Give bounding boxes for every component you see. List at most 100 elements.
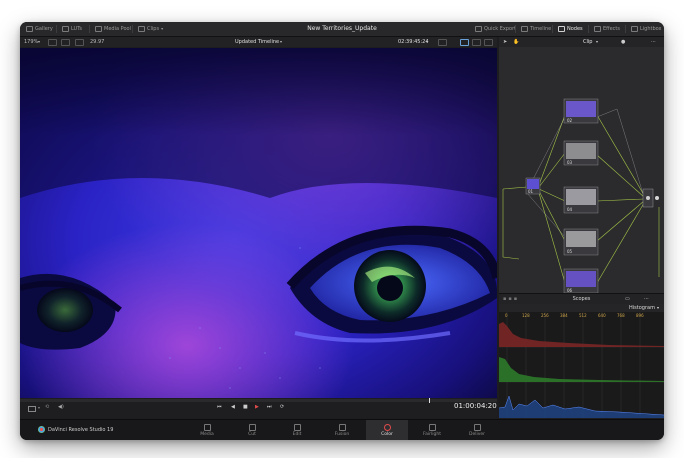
sync-icon[interactable]: ⟲ (45, 404, 49, 410)
tick-label: 768 (617, 313, 625, 318)
histogram-graph: 0 128 256 384 512 640 768 896 (498, 312, 664, 418)
effects-label: Effects (603, 26, 620, 32)
media-pool-button[interactable]: Media Pool (95, 22, 131, 36)
gallery-button[interactable]: Gallery (26, 22, 53, 36)
tab-media[interactable]: Media (186, 420, 228, 440)
media-pool-icon (95, 26, 102, 32)
tab-fairlight[interactable]: Fairlight (411, 420, 453, 440)
luts-icon (62, 26, 69, 32)
viewer-toolbar: 179% ▾ 29.97 Updated Timeline ▾ 02:39:45… (20, 37, 497, 47)
node-editor[interactable]: 01 02 03 04 05 06 (499, 47, 664, 294)
clips-icon (138, 26, 145, 32)
fusion-icon (338, 424, 346, 431)
audio-mode-icon[interactable] (28, 406, 36, 412)
histogram-blue (499, 396, 664, 418)
step-back-icon[interactable]: ◀ (231, 404, 235, 410)
node-05[interactable]: 05 (563, 228, 599, 256)
chevron-down-icon: ▾ (38, 405, 41, 410)
histogram-red (499, 322, 664, 347)
highlight-icon[interactable] (460, 39, 469, 46)
play-icon[interactable]: ▶ (255, 404, 259, 410)
zoom-slider[interactable]: ● (621, 37, 625, 47)
tab-color[interactable]: Color (366, 420, 408, 440)
stop-icon[interactable]: ■ (243, 404, 248, 410)
scope-mode-selector[interactable]: Histogram (629, 304, 655, 312)
hand-icon[interactable]: ✋ (513, 37, 519, 47)
transport-bar: ▾ ⟲ ◀) ⏮ ◀ ■ ▶ ⏭ ⟳ 01:00:04:20 (20, 398, 497, 418)
tick-label: 256 (541, 313, 549, 318)
divider (56, 25, 57, 33)
nodes-button[interactable]: Nodes (558, 22, 583, 36)
tab-edit[interactable]: Edit (276, 420, 318, 440)
view-mode-icon[interactable] (48, 39, 57, 46)
clips-label: Clips (147, 26, 160, 32)
output-connector[interactable] (655, 196, 659, 200)
zoom-level[interactable]: 179% (24, 37, 38, 47)
tick-label: 384 (560, 313, 568, 318)
fullscreen-icon[interactable] (472, 39, 481, 46)
tab-fusion-label: Fusion (334, 432, 350, 437)
export-icon (475, 26, 482, 32)
lightbox-button[interactable]: Lightbox (631, 22, 662, 36)
fairlight-icon (428, 424, 436, 431)
histogram-scope: 0 128 256 384 512 640 768 896 (498, 312, 664, 418)
playhead[interactable] (429, 398, 430, 403)
clips-button[interactable]: Clips ▾ (138, 22, 163, 36)
chevron-down-icon: ▾ (426, 39, 429, 44)
divider (132, 25, 133, 33)
node-01-label: 01 (528, 189, 534, 194)
wipe-icon[interactable] (75, 39, 84, 46)
node-05-label: 05 (567, 249, 573, 254)
skip-back-icon[interactable]: ⏮ (217, 404, 222, 410)
node-01[interactable]: 01 (525, 177, 541, 195)
node-03[interactable]: 03 (563, 140, 599, 166)
luts-button[interactable]: LUTs (62, 22, 82, 36)
timeline-button[interactable]: Timeline (521, 22, 551, 36)
tab-fusion[interactable]: Fusion (321, 420, 363, 440)
timeline-icon (521, 26, 528, 32)
volume-icon[interactable]: ◀) (58, 404, 64, 410)
loop-icon[interactable]: ⟳ (280, 404, 284, 410)
options-icon[interactable] (484, 39, 493, 46)
tab-media-label: Media (200, 432, 214, 437)
output-node[interactable] (642, 188, 654, 208)
chevron-down-icon: ▾ (38, 39, 41, 44)
divider (515, 25, 516, 33)
tick-label: 512 (579, 313, 587, 318)
tab-cut[interactable]: Cut (231, 420, 273, 440)
frame-rate: 29.97 (90, 39, 105, 45)
effects-button[interactable]: Effects (594, 22, 620, 36)
divider (588, 25, 589, 33)
skip-forward-icon[interactable]: ⏭ (267, 404, 272, 410)
effects-icon (594, 26, 601, 32)
safe-area-icon[interactable] (61, 39, 70, 46)
scrub-bar[interactable] (20, 398, 497, 403)
cut-icon (248, 424, 256, 431)
node-06[interactable]: 06 (563, 268, 599, 294)
chevron-down-icon: ▾ (596, 39, 599, 44)
clip-mode-selector[interactable]: Clip (583, 37, 592, 47)
timeline-selector[interactable]: Updated Timeline (235, 37, 279, 47)
node-02[interactable]: 02 (563, 98, 599, 124)
pointer-icon[interactable]: ➤ (503, 37, 507, 47)
node-04[interactable]: 04 (563, 186, 599, 214)
divider (625, 25, 626, 33)
tick-label: 896 (636, 313, 644, 318)
page-navigation: DaVinci Resolve Studio 19 Media Cut Edit… (20, 419, 664, 440)
media-icon (203, 424, 211, 431)
transport-timecode: 01:00:04:20 (454, 402, 497, 410)
node-03-label: 03 (567, 160, 573, 165)
tab-deliver[interactable]: Deliver (456, 420, 498, 440)
davinci-logo-icon (38, 426, 45, 433)
viewer-timecode: 02:39:45:24 (398, 39, 429, 45)
gallery-label: Gallery (35, 26, 53, 32)
viewer-image[interactable] (20, 48, 497, 398)
gallery-icon (26, 26, 33, 32)
quick-export-button[interactable]: Quick Export (475, 22, 516, 36)
lightbox-label: Lightbox (640, 26, 662, 32)
viewer-layout-icon[interactable] (438, 39, 447, 46)
more-options-icon[interactable]: ⋯ (651, 37, 656, 47)
nodes-icon (558, 26, 565, 32)
histogram-green (499, 357, 664, 382)
deliver-icon (473, 424, 481, 431)
